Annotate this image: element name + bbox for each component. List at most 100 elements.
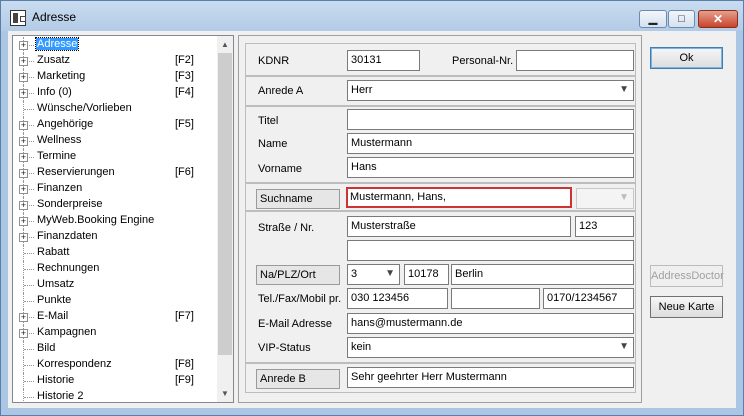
navigation-tree[interactable]: + Adresse + Zusatz [F2] + Marketing [F3] + Info (…: [12, 35, 234, 403]
tree-item[interactable]: + MyWeb.Booking Engine: [13, 213, 218, 229]
kdnr-field[interactable]: 30131: [347, 50, 420, 71]
expand-icon[interactable]: +: [19, 153, 28, 162]
expand-icon[interactable]: +: [19, 137, 28, 146]
tree-item[interactable]: + Finanzen: [13, 181, 218, 197]
tree-item[interactable]: Bild: [13, 341, 218, 357]
tree-item-label: Adresse: [34, 37, 80, 51]
ok-button[interactable]: Ok: [650, 47, 723, 69]
vip-value: kein: [351, 341, 372, 353]
tree-item[interactable]: + Angehörige [F5]: [13, 117, 218, 133]
expand-icon[interactable]: +: [19, 41, 28, 50]
plz-field[interactable]: 10178: [404, 264, 449, 285]
anrede-a-select[interactable]: Herr ▼: [347, 80, 634, 101]
tree-item[interactable]: Historie 2: [13, 389, 218, 402]
minimize-button[interactable]: ▁: [639, 10, 667, 28]
adresszusatz-field[interactable]: [347, 240, 634, 261]
vip-label: VIP-Status: [258, 342, 311, 354]
tree-item-label: Angehörige: [37, 118, 94, 130]
tree-item-label: Reservierungen: [37, 166, 115, 178]
title-bar[interactable]: Adresse ▁ □ ✕: [1, 1, 743, 31]
tree-item-shortcut: [F7]: [175, 310, 194, 322]
expand-icon[interactable]: +: [19, 121, 28, 130]
anrede-a-value: Herr: [351, 84, 373, 96]
tree-item[interactable]: Rechnungen: [13, 261, 218, 277]
tree-branch-line: [24, 365, 34, 366]
tree-item[interactable]: + Adresse: [13, 37, 218, 53]
strasse-field[interactable]: Musterstraße: [347, 216, 571, 237]
tree-item[interactable]: + Sonderpreise: [13, 197, 218, 213]
tree-branch-line: [24, 349, 34, 350]
anrede-a-label: Anrede A: [258, 85, 304, 97]
fax-field[interactable]: [451, 288, 540, 309]
tree-item[interactable]: Korrespondenz [F8]: [13, 357, 218, 373]
tree-item-shortcut: [F6]: [175, 166, 194, 178]
personal-nr-label: Personal-Nr.: [452, 55, 514, 67]
hausnr-field[interactable]: 123: [575, 216, 634, 237]
scroll-up-arrow-icon[interactable]: ▲: [217, 36, 233, 53]
expand-icon[interactable]: +: [19, 57, 28, 66]
tree-item[interactable]: Historie [F9]: [13, 373, 218, 389]
personal-nr-field[interactable]: [516, 50, 634, 71]
titel-label: Titel: [258, 115, 279, 127]
expand-icon[interactable]: +: [19, 169, 28, 178]
chevron-down-icon[interactable]: ▼: [385, 267, 395, 280]
nation-value: 3: [351, 268, 358, 280]
tree-item-shortcut: [F3]: [175, 70, 194, 82]
mobil-field[interactable]: 0170/1234567: [543, 288, 634, 309]
telefon-field[interactable]: 030 123456: [347, 288, 448, 309]
tree-item[interactable]: Punkte: [13, 293, 218, 309]
suchname-field[interactable]: Mustermann, Hans,: [346, 187, 572, 208]
name-field[interactable]: Mustermann: [347, 133, 634, 154]
tree-connector-line: [23, 389, 24, 402]
tree-item[interactable]: + Finanzdaten: [13, 229, 218, 245]
titel-field[interactable]: [347, 109, 634, 130]
scroll-down-arrow-icon[interactable]: ▼: [217, 385, 233, 402]
chevron-down-icon[interactable]: ▼: [619, 83, 629, 96]
tree-item[interactable]: + Termine: [13, 149, 218, 165]
tree-branch-line: [24, 269, 34, 270]
scroll-thumb[interactable]: [218, 53, 232, 355]
expand-icon[interactable]: +: [19, 89, 28, 98]
expand-icon[interactable]: +: [19, 185, 28, 194]
tree-item[interactable]: + Zusatz [F2]: [13, 53, 218, 69]
tree-item[interactable]: + Reservierungen [F6]: [13, 165, 218, 181]
vorname-field[interactable]: Hans: [347, 157, 634, 178]
maximize-button[interactable]: □: [668, 10, 695, 28]
tree-item[interactable]: Wünsche/Vorlieben: [13, 101, 218, 117]
tree-item[interactable]: Rabatt: [13, 245, 218, 261]
tree-branch-line: [24, 397, 34, 398]
expand-icon[interactable]: +: [19, 313, 28, 322]
tree-branch-line: [24, 253, 34, 254]
tree-item[interactable]: + Marketing [F3]: [13, 69, 218, 85]
tree-item[interactable]: + Kampagnen: [13, 325, 218, 341]
ort-field[interactable]: Berlin: [451, 264, 634, 285]
tree-item-shortcut: [F4]: [175, 86, 194, 98]
tree-item[interactable]: + Wellness: [13, 133, 218, 149]
vip-select[interactable]: kein ▼: [347, 337, 634, 358]
nation-select[interactable]: 3 ▼: [347, 264, 400, 285]
expand-icon[interactable]: +: [19, 217, 28, 226]
tree-item-shortcut: [F9]: [175, 374, 194, 386]
tree-item[interactable]: + E-Mail [F7]: [13, 309, 218, 325]
anrede-b-field[interactable]: Sehr geehrter Herr Mustermann: [347, 367, 634, 388]
neue-karte-button[interactable]: Neue Karte: [650, 296, 723, 318]
close-button[interactable]: ✕: [698, 10, 738, 28]
expand-icon[interactable]: +: [19, 73, 28, 82]
address-doctor-button[interactable]: AddressDoctor: [650, 265, 724, 287]
tree-item-label: Rechnungen: [37, 262, 100, 274]
maximize-icon: □: [678, 13, 685, 25]
kdnr-label: KDNR: [258, 55, 290, 67]
tree-item-label: Info (0): [37, 86, 72, 98]
expand-icon[interactable]: +: [19, 329, 28, 338]
window-title: Adresse: [32, 10, 77, 24]
tree-item[interactable]: + Info (0) [F4]: [13, 85, 218, 101]
tree-item[interactable]: Umsatz: [13, 277, 218, 293]
name-label: Name: [258, 138, 288, 150]
minimize-icon: ▁: [648, 13, 658, 25]
expand-icon[interactable]: +: [19, 233, 28, 242]
tree-scrollbar[interactable]: ▲ ▼: [217, 36, 233, 402]
chevron-down-icon[interactable]: ▼: [619, 340, 629, 353]
expand-icon[interactable]: +: [19, 201, 28, 210]
email-field[interactable]: hans@mustermann.de: [347, 313, 634, 334]
tree-item-label: Marketing: [37, 70, 86, 82]
